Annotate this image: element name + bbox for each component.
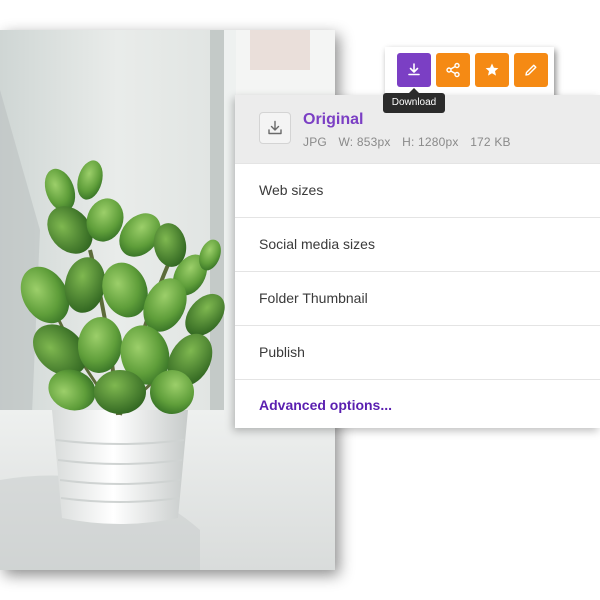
favorite-button[interactable] — [475, 53, 509, 87]
pencil-icon — [525, 64, 537, 76]
file-size: 172 KB — [470, 135, 511, 149]
menu-item-social-media-sizes[interactable]: Social media sizes — [235, 217, 600, 271]
menu-item-web-sizes[interactable]: Web sizes — [235, 163, 600, 217]
share-icon — [446, 62, 460, 78]
edit-button[interactable] — [514, 53, 548, 87]
original-download-icon-box — [259, 112, 291, 144]
download-icon — [408, 63, 420, 76]
download-tooltip: Download — [383, 88, 445, 113]
advanced-options-link[interactable]: Advanced options... — [235, 379, 600, 428]
download-icon — [268, 120, 282, 135]
file-width: W: 853px — [338, 135, 391, 149]
menu-item-publish[interactable]: Publish — [235, 325, 600, 379]
download-options-menu: Original JPG W: 853px H: 1280px 172 KB W… — [235, 95, 600, 428]
original-title: Original — [303, 111, 364, 128]
file-format: JPG — [303, 135, 327, 149]
original-file-info: JPG W: 853px H: 1280px 172 KB — [303, 135, 519, 149]
file-height: H: 1280px — [402, 135, 459, 149]
stage: Download Original JPG W: 853px H: 1280px… — [0, 0, 600, 600]
download-button[interactable] — [397, 53, 431, 87]
menu-item-folder-thumbnail[interactable]: Folder Thumbnail — [235, 271, 600, 325]
star-icon — [485, 63, 499, 76]
share-button[interactable] — [436, 53, 470, 87]
